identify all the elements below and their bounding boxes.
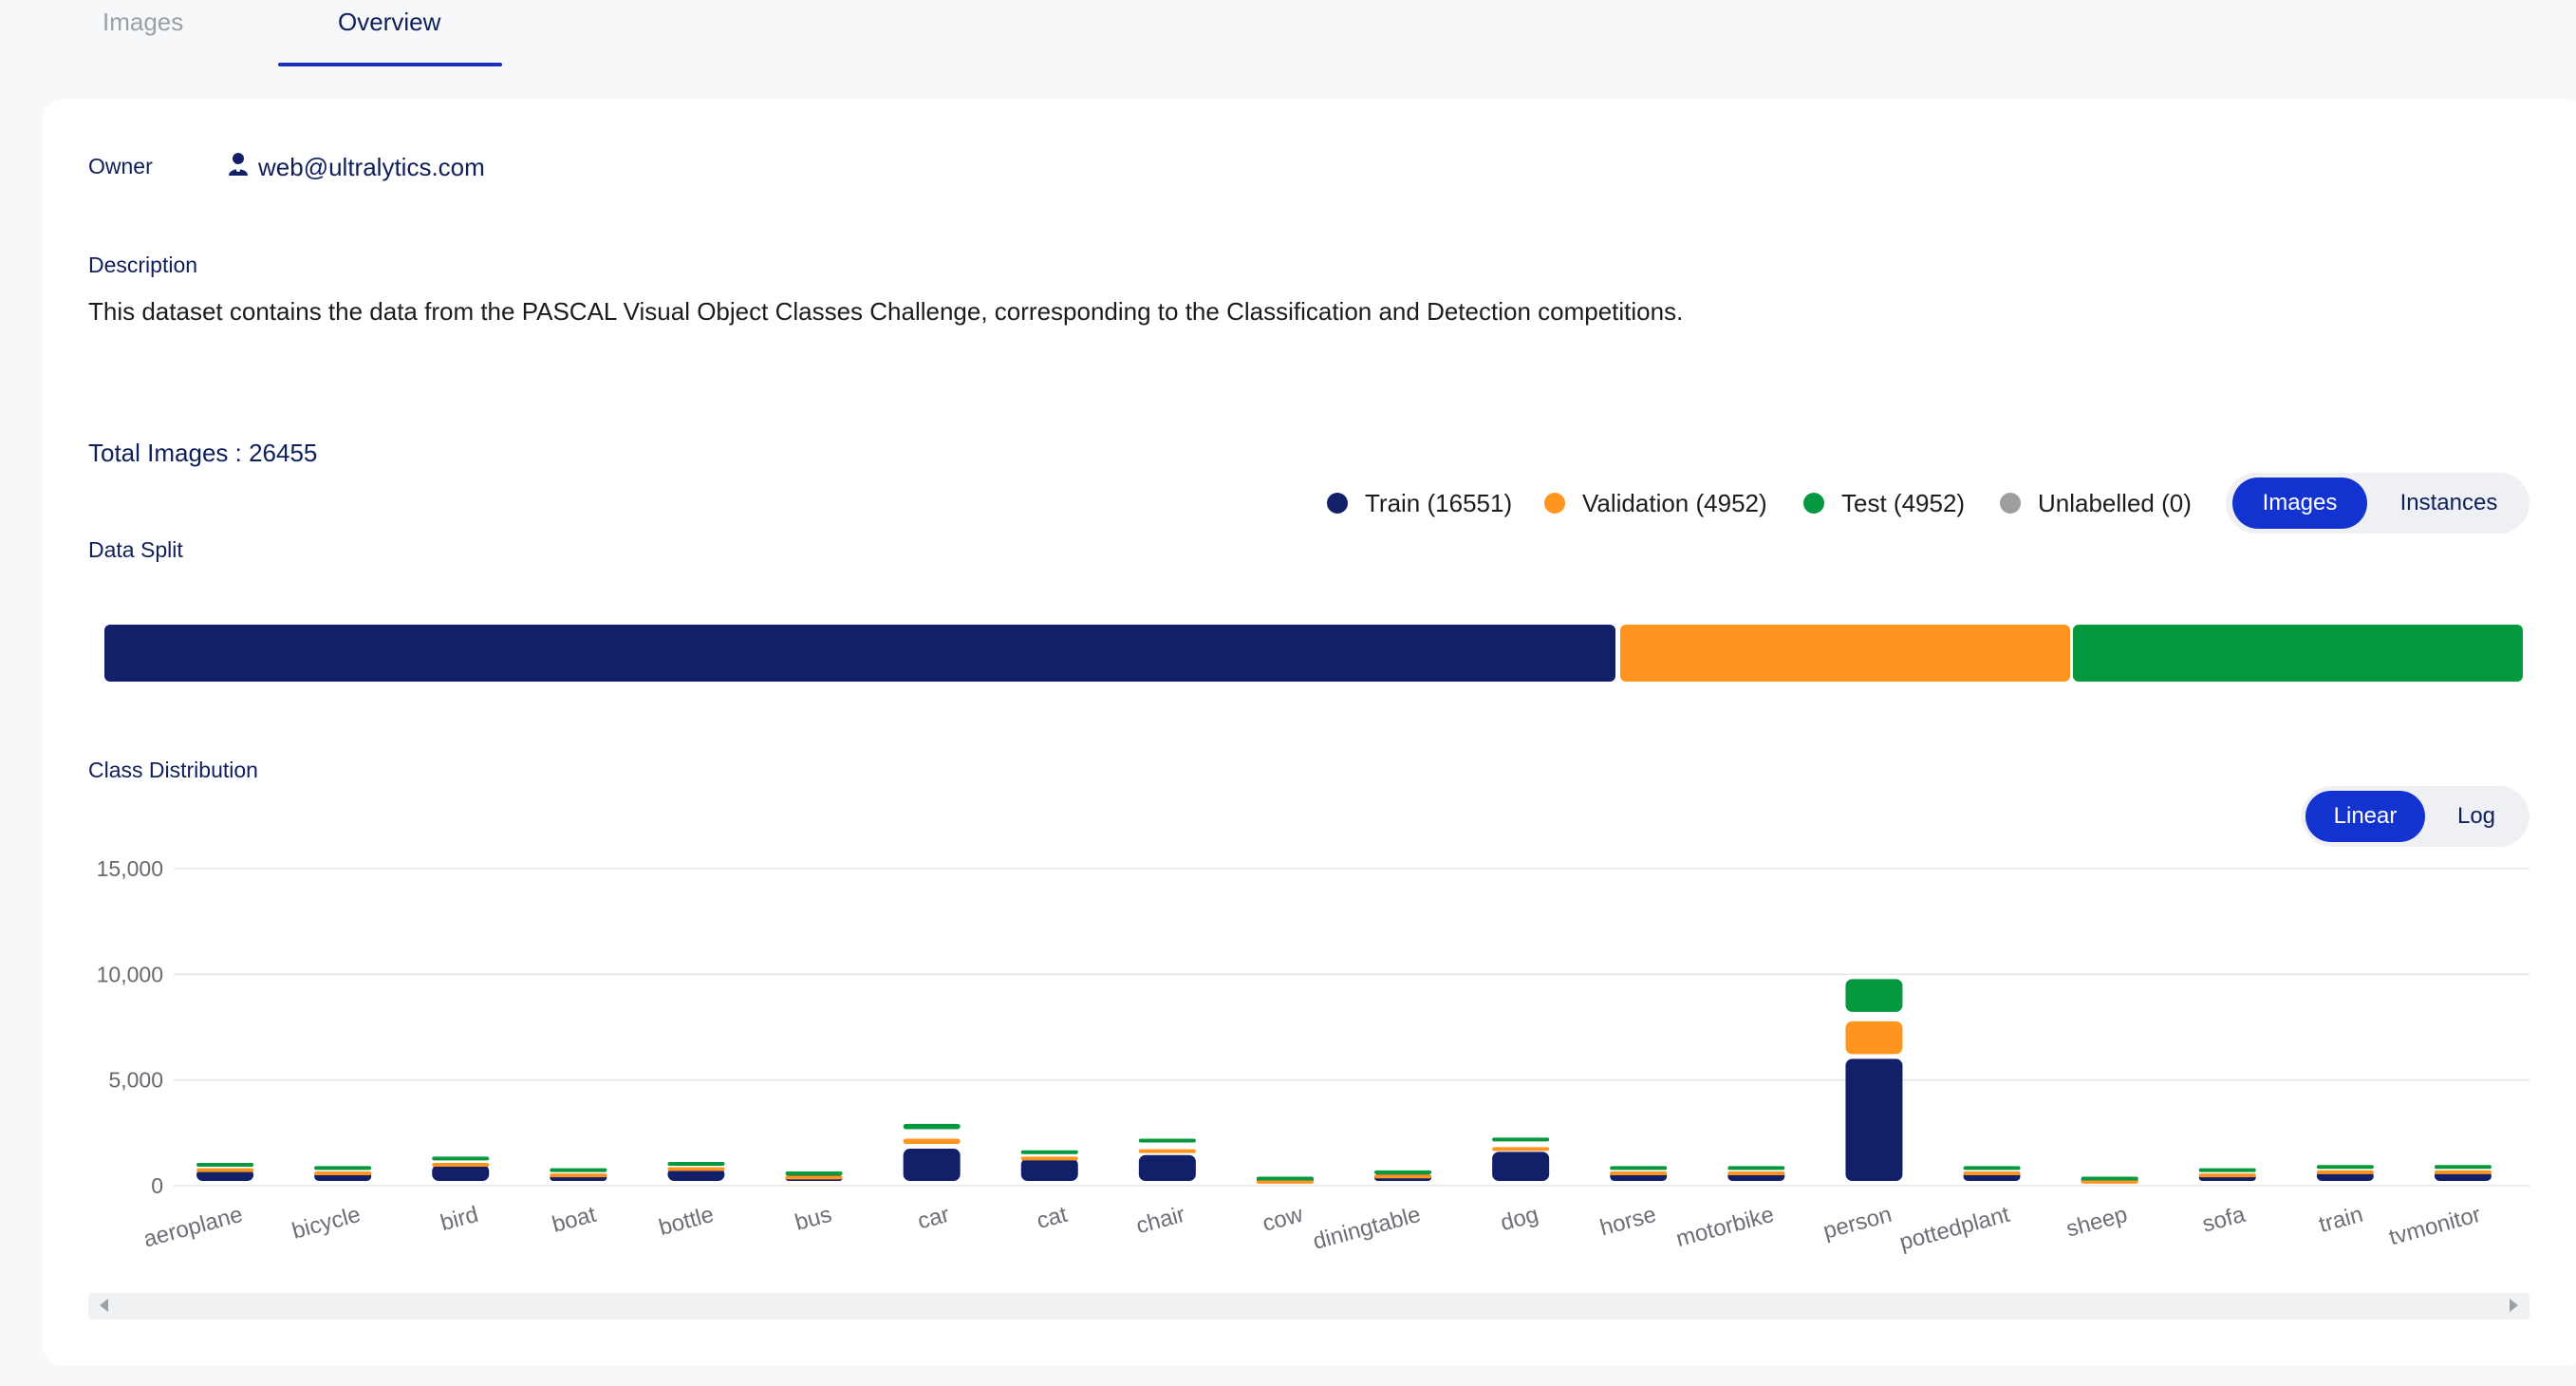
x-tick-label: bottle — [656, 1202, 717, 1241]
bar-test-diningtable[interactable] — [1374, 1170, 1432, 1174]
bar-test-bird[interactable] — [432, 1156, 490, 1161]
bar-test-dog[interactable] — [1492, 1137, 1550, 1142]
x-tick-label: person — [1820, 1202, 1895, 1245]
bar-train-dog[interactable] — [1492, 1152, 1550, 1181]
bar-validation-sofa[interactable] — [2198, 1173, 2256, 1178]
x-tick-label: cow — [1260, 1202, 1306, 1237]
x-tick-label: bird — [438, 1202, 481, 1236]
bar-train-cat[interactable] — [1020, 1158, 1078, 1181]
bar-train-person[interactable] — [1845, 1058, 1903, 1181]
bar-test-bus[interactable] — [785, 1171, 843, 1175]
bar-test-sofa[interactable] — [2198, 1168, 2256, 1172]
bar-validation-pottedplant[interactable] — [1963, 1171, 2021, 1175]
bar-test-chair[interactable] — [1138, 1138, 1196, 1143]
x-tick-label: sofa — [2199, 1202, 2248, 1238]
scroll-right-icon[interactable] — [2510, 1299, 2518, 1312]
y-tick-label: 10,000 — [97, 962, 163, 986]
bar-validation-cat[interactable] — [1020, 1156, 1078, 1161]
x-tick-label: motorbike — [1673, 1202, 1777, 1252]
bar-validation-bus[interactable] — [785, 1175, 843, 1180]
x-tick-label: boat — [550, 1202, 599, 1238]
x-tick-label: bus — [793, 1202, 834, 1236]
bar-validation-bicycle[interactable] — [314, 1171, 372, 1175]
bar-test-sheep[interactable] — [2081, 1176, 2138, 1181]
x-tick-label: bicycle — [289, 1202, 364, 1245]
x-tick-label: chair — [1133, 1202, 1187, 1240]
bar-test-bicycle[interactable] — [314, 1166, 372, 1171]
bar-validation-bird[interactable] — [432, 1163, 490, 1168]
bar-test-person[interactable] — [1845, 979, 1903, 1012]
bar-train-car[interactable] — [903, 1149, 961, 1181]
x-tick-label: dog — [1498, 1202, 1541, 1236]
x-tick-label: tvmonitor — [2386, 1202, 2483, 1251]
bar-validation-dog[interactable] — [1492, 1147, 1550, 1152]
bar-validation-bottle[interactable] — [667, 1167, 725, 1171]
x-tick-label: pottedplant — [1896, 1202, 2012, 1256]
bar-test-boat[interactable] — [550, 1168, 607, 1172]
bar-test-cow[interactable] — [1256, 1176, 1314, 1181]
bar-train-bird[interactable] — [432, 1164, 490, 1181]
y-tick-label: 0 — [151, 1173, 163, 1198]
class-distribution-chart: 0 5,000 10,000 15,000 aeroplane bicycle bird bo… — [97, 856, 2529, 1256]
bar-validation-tvmonitor[interactable] — [2434, 1170, 2492, 1174]
bar-test-tvmonitor[interactable] — [2434, 1165, 2492, 1170]
x-tick-label: car — [915, 1202, 952, 1235]
y-tick-label: 5,000 — [108, 1068, 163, 1093]
x-tick-label: aeroplane — [140, 1202, 245, 1253]
bar-validation-boat[interactable] — [550, 1173, 607, 1178]
bar-validation-chair[interactable] — [1138, 1149, 1196, 1153]
x-tick-label: train — [2316, 1202, 2365, 1238]
x-tick-label: sheep — [2063, 1202, 2130, 1243]
scroll-left-icon[interactable] — [100, 1299, 108, 1312]
bar-validation-aeroplane[interactable] — [196, 1168, 254, 1172]
x-tick-label: horse — [1597, 1202, 1659, 1242]
chart-horizontal-scrollbar[interactable] — [88, 1293, 2529, 1320]
bar-test-car[interactable] — [903, 1123, 961, 1130]
bar-test-cat[interactable] — [1020, 1150, 1078, 1154]
bar-validation-diningtable[interactable] — [1374, 1174, 1432, 1179]
x-tick-label: cat — [1034, 1202, 1070, 1234]
y-tick-label: 15,000 — [97, 856, 163, 881]
bar-test-bottle[interactable] — [667, 1161, 725, 1166]
bar-validation-train[interactable] — [2316, 1170, 2374, 1174]
bar-validation-car[interactable] — [903, 1138, 961, 1145]
bar-test-motorbike[interactable] — [1727, 1166, 1785, 1171]
bar-test-aeroplane[interactable] — [196, 1163, 254, 1168]
bar-test-pottedplant[interactable] — [1963, 1166, 2021, 1171]
bar-test-horse[interactable] — [1610, 1166, 1668, 1171]
bar-test-train[interactable] — [2316, 1165, 2374, 1170]
bar-validation-person[interactable] — [1845, 1021, 1903, 1055]
bar-validation-horse[interactable] — [1610, 1171, 1668, 1175]
bar-train-chair[interactable] — [1138, 1154, 1196, 1181]
bar-validation-motorbike[interactable] — [1727, 1171, 1785, 1175]
x-tick-label: diningtable — [1310, 1202, 1423, 1255]
